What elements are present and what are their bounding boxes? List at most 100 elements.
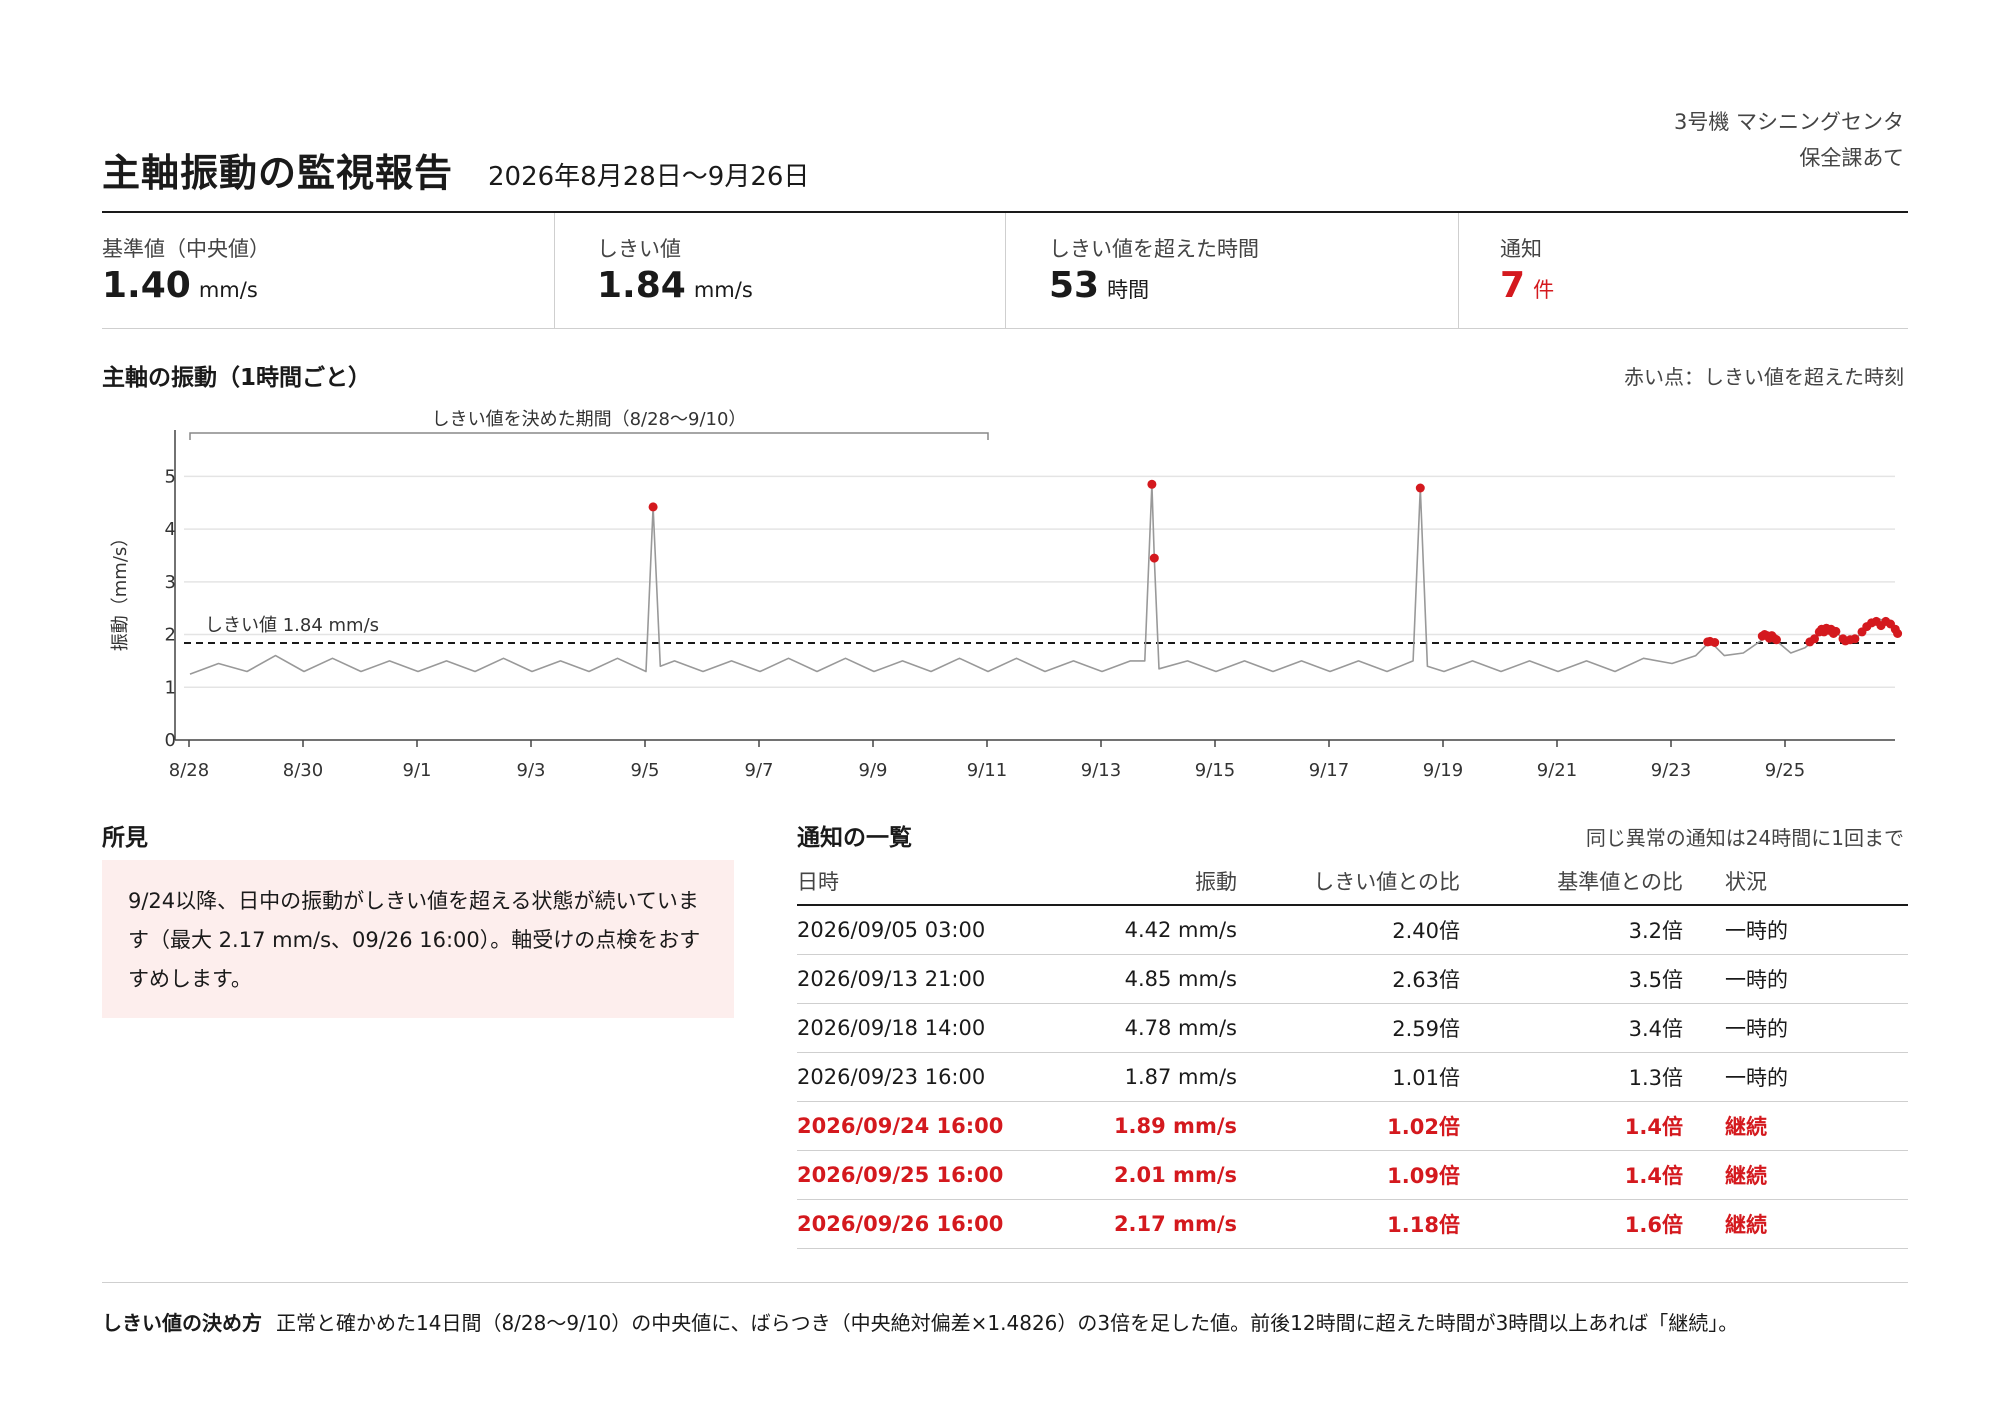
findings-box: 9/24以降、日中の振動がしきい値を超える状態が続いています（最大 2.17 m…: [102, 860, 734, 1018]
alert-datetime: 2026/09/26 16:00: [797, 1199, 1037, 1249]
kpi-unit: mm/s: [198, 278, 258, 302]
alert-threshold-ratio: 1.09倍: [1237, 1150, 1460, 1200]
kpi-number: 7: [1500, 265, 1526, 306]
exceed-point: [1149, 553, 1159, 563]
kpi-value: 7件: [1500, 265, 1554, 306]
table-row: 2026/09/26 16:00 2.17 mm/s 1.18倍 1.6倍 継続: [797, 1199, 1908, 1249]
x-tick-label: 9/7: [745, 760, 774, 781]
vibration-series-line: [189, 483, 1899, 675]
exceed-point: [1710, 638, 1720, 647]
x-tick-label: 9/9: [859, 760, 888, 781]
x-tick-label: 9/19: [1423, 760, 1463, 781]
column-header-threshold-ratio: しきい値との比: [1237, 858, 1460, 906]
alerts-note: 同じ異常の通知は24時間に1回まで: [1585, 826, 1904, 850]
alert-status: 一時的: [1683, 1052, 1908, 1102]
kpi-number: 53: [1049, 265, 1100, 306]
x-tick-label: 9/15: [1195, 760, 1235, 781]
exceed-point: [648, 502, 658, 512]
alert-vibration: 4.42 mm/s: [1037, 905, 1237, 955]
alert-status: 一時的: [1683, 1003, 1908, 1053]
alert-threshold-ratio: 1.02倍: [1237, 1101, 1460, 1151]
exceed-point: [1893, 629, 1903, 638]
footnote-text: 正常と確かめた14日間（8/28〜9/10）の中央値に、ばらつき（中央絶対偏差×…: [276, 1311, 1739, 1335]
alert-status: 一時的: [1683, 954, 1908, 1004]
alert-status: 継続: [1683, 1101, 1908, 1151]
threshold-label: しきい値 1.84 mm/s: [205, 615, 379, 636]
alert-vibration: 1.87 mm/s: [1037, 1052, 1237, 1102]
alert-vibration: 2.01 mm/s: [1037, 1150, 1237, 1200]
findings-title: 所見: [102, 825, 148, 851]
alert-vibration: 4.78 mm/s: [1037, 1003, 1237, 1053]
kpi-unit: 件: [1533, 278, 1555, 302]
kpi-alerts: 通知 7件: [1500, 213, 1900, 328]
alert-datetime: 2026/09/23 16:00: [797, 1052, 1037, 1102]
alerts-title: 通知の一覧: [797, 825, 912, 851]
kpi-divider: [554, 213, 555, 328]
kpi-number: 1.84: [597, 265, 686, 306]
exceed-point: [1147, 479, 1157, 489]
alert-datetime: 2026/09/24 16:00: [797, 1101, 1037, 1151]
exceed-point: [1831, 626, 1841, 636]
alert-datetime: 2026/09/05 03:00: [797, 905, 1037, 955]
kpi-threshold: しきい値 1.84 mm/s: [597, 213, 997, 328]
x-tick-label: 8/30: [283, 760, 323, 781]
x-tick-label: 9/23: [1651, 760, 1691, 781]
alert-datetime: 2026/09/25 16:00: [797, 1150, 1037, 1200]
chart-title: 主軸の振動（1時間ごと）: [102, 365, 372, 391]
kpi-label: 通知: [1500, 237, 1542, 261]
alert-baseline-ratio: 1.4倍: [1460, 1101, 1683, 1151]
x-tick-label: 9/3: [517, 760, 546, 781]
table-row: 2026/09/18 14:00 4.78 mm/s 2.59倍 3.4倍 一時的: [797, 1003, 1908, 1053]
baseline-period-label: しきい値を決めた期間（8/28〜9/10）: [432, 409, 747, 430]
alert-threshold-ratio: 2.40倍: [1237, 905, 1460, 955]
table-row: 2026/09/24 16:00 1.89 mm/s 1.02倍 1.4倍 継続: [797, 1101, 1908, 1151]
alert-threshold-ratio: 2.59倍: [1237, 1003, 1460, 1053]
footnote: しきい値の決め方 正常と確かめた14日間（8/28〜9/10）の中央値に、ばらつき…: [102, 1307, 1738, 1336]
x-tick-label: 9/25: [1765, 760, 1805, 781]
table-row: 2026/09/05 03:00 4.42 mm/s 2.40倍 3.2倍 一時的: [797, 905, 1908, 955]
alert-baseline-ratio: 3.5倍: [1460, 954, 1683, 1004]
alert-status: 継続: [1683, 1199, 1908, 1249]
y-axis-label: 振動（mm/s）: [110, 529, 131, 652]
alert-datetime: 2026/09/13 21:00: [797, 954, 1037, 1004]
kpi-value: 53 時間: [1049, 265, 1149, 306]
x-tick-label: 8/28: [169, 760, 209, 781]
alert-baseline-ratio: 3.4倍: [1460, 1003, 1683, 1053]
findings-text: 9/24以降、日中の振動がしきい値を超える状態が続いています（最大 2.17 m…: [128, 889, 701, 991]
table-row: 2026/09/23 16:00 1.87 mm/s 1.01倍 1.3倍 一時的: [797, 1052, 1908, 1102]
x-tick-label: 9/5: [631, 760, 660, 781]
kpi-value: 1.84 mm/s: [597, 265, 753, 306]
x-tick-label: 9/21: [1537, 760, 1577, 781]
chart-legend-note: 赤い点：しきい値を超えた時刻: [1624, 365, 1904, 389]
kpi-unit: 時間: [1107, 278, 1150, 302]
column-header-baseline-ratio: 基準値との比: [1460, 858, 1683, 906]
kpi-divider: [1458, 213, 1459, 328]
table-header-row: 日時 振動 しきい値との比 基準値との比 状況: [797, 858, 1908, 906]
x-tick-label: 9/1: [403, 760, 432, 781]
x-tick-label: 9/13: [1081, 760, 1121, 781]
header-meta: 3号機 マシニングセンタ 保全課あて: [1674, 104, 1904, 176]
exceed-point: [1850, 634, 1860, 644]
alert-baseline-ratio: 1.3倍: [1460, 1052, 1683, 1102]
kpi-unit: mm/s: [693, 278, 753, 302]
alert-threshold-ratio: 1.01倍: [1237, 1052, 1460, 1102]
kpi-exceed-hours: しきい値を超えた時間 53 時間: [1049, 213, 1449, 328]
alert-vibration: 4.85 mm/s: [1037, 954, 1237, 1004]
alert-datetime: 2026/09/18 14:00: [797, 1003, 1037, 1053]
alert-threshold-ratio: 1.18倍: [1237, 1199, 1460, 1249]
exceed-point: [1415, 483, 1425, 493]
table-row: 2026/09/13 21:00 4.85 mm/s 2.63倍 3.5倍 一時的: [797, 954, 1908, 1004]
alert-baseline-ratio: 1.6倍: [1460, 1199, 1683, 1249]
kpi-divider: [1005, 213, 1006, 328]
recipient: 保全課あて: [1799, 146, 1904, 170]
footer-divider: [102, 1282, 1908, 1283]
kpi-label: しきい値: [597, 237, 681, 261]
column-header-vibration: 振動: [1037, 858, 1237, 906]
kpi-baseline: 基準値（中央値） 1.40 mm/s: [102, 213, 552, 328]
x-tick-label: 9/11: [967, 760, 1007, 781]
column-header-datetime: 日時: [797, 858, 1037, 906]
footnote-label: しきい値の決め方: [102, 1311, 262, 1335]
exceed-point: [1772, 635, 1781, 645]
vibration-chart: 0123458/28 8/30 9/1 9/3 9/5 9/7 9/9 9/11 9/13 9/1…: [110, 409, 1903, 781]
kpi-divider-bottom: [102, 328, 1908, 329]
